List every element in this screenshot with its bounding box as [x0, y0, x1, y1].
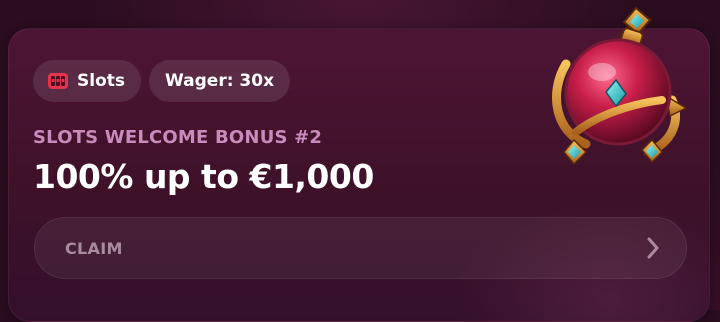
- bonus-tags: Slots Wager: 30x: [33, 60, 291, 102]
- claim-button-label: CLAIM: [65, 238, 123, 258]
- slots-tag-label: Slots: [77, 71, 125, 91]
- wager-tag-label: Wager: 30x: [165, 71, 275, 91]
- claim-button[interactable]: CLAIM: [34, 217, 687, 279]
- potion-flask-icon: [546, 4, 692, 174]
- bonus-title: 100% up to €1,000: [33, 157, 374, 196]
- slots-tag: Slots: [33, 60, 141, 102]
- chevron-right-icon: [646, 236, 660, 260]
- wager-tag: Wager: 30x: [149, 60, 291, 102]
- bonus-subtitle: SLOTS WELCOME BONUS #2: [33, 127, 323, 148]
- slot-machine-icon: [47, 70, 69, 92]
